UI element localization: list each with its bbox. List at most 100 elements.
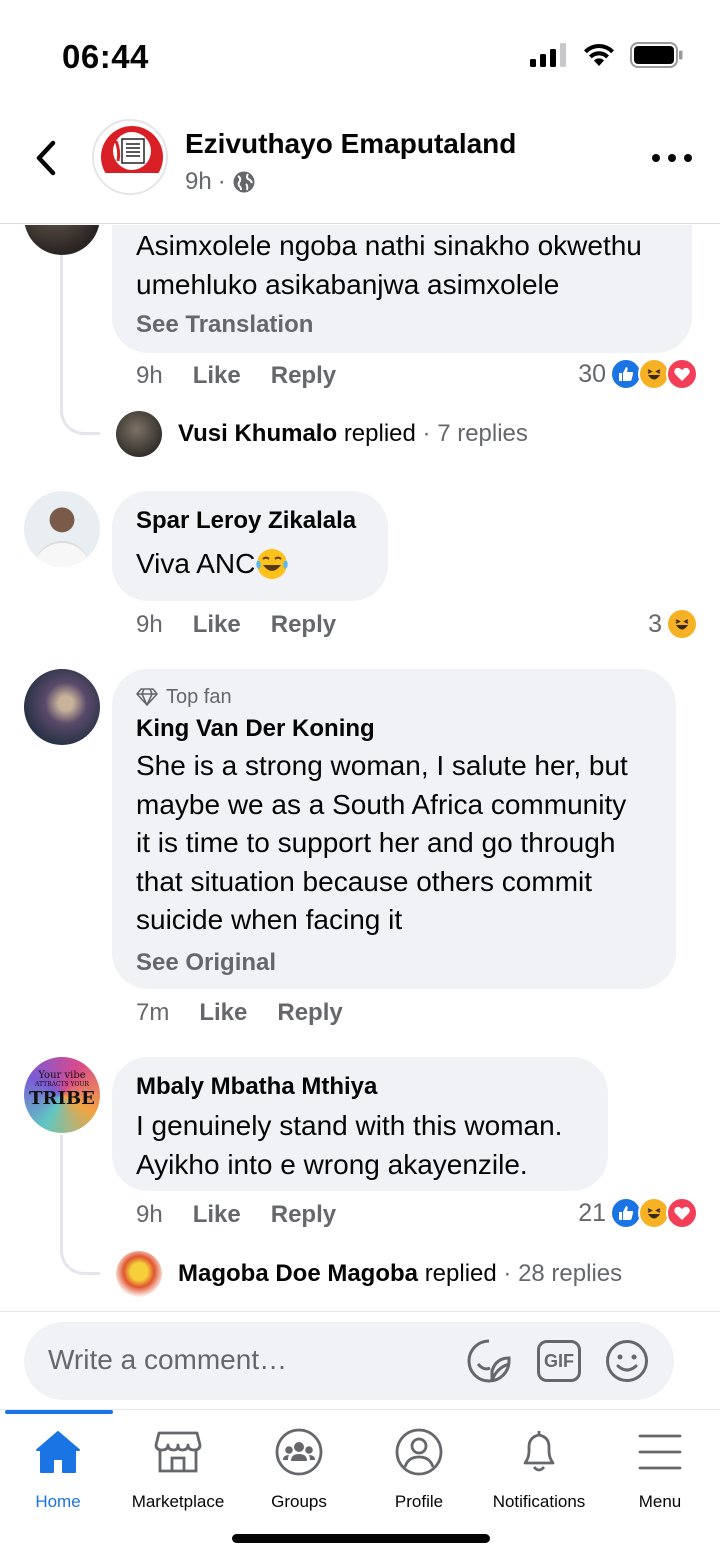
reply-author: Vusi Khumalo <box>178 420 338 447</box>
comment-avatar[interactable]: Your vibe ATTRACTS YOUR TRIBE <box>24 1057 100 1133</box>
comment-avatar[interactable] <box>24 669 100 745</box>
nav-profile[interactable]: Profile <box>359 1424 479 1512</box>
reaction-count: 21 <box>578 1198 606 1227</box>
page-logo-icon <box>94 126 166 193</box>
reaction-count: 3 <box>648 609 662 638</box>
nav-menu[interactable]: Menu <box>600 1424 720 1512</box>
nav-marketplace[interactable]: Marketplace <box>118 1424 238 1512</box>
comment-line: suicide when facing it <box>136 904 403 935</box>
top-fan-badge: Top fan <box>136 683 652 711</box>
nav-label: Marketplace <box>131 1492 225 1511</box>
comment-time: 7m <box>136 999 170 1026</box>
like-button[interactable]: Like <box>193 362 241 390</box>
thread-line <box>60 1135 63 1235</box>
see-original-link[interactable]: See Original <box>136 944 652 982</box>
like-button[interactable]: Like <box>199 999 247 1027</box>
comment-input[interactable]: Write a comment… GIF <box>24 1322 674 1400</box>
post-time: 9h <box>185 168 212 195</box>
groups-icon <box>272 1424 326 1480</box>
profile-icon <box>392 1424 446 1480</box>
comment-bubble[interactable]: Top fan King Van Der Koning She is a str… <box>112 669 676 989</box>
replied-label: replied <box>343 420 416 447</box>
nav-label: Profile <box>394 1492 444 1511</box>
chevron-left-icon <box>36 140 56 176</box>
laughing-tears-emoji-icon <box>256 549 288 580</box>
comment-time: 9h <box>136 362 163 389</box>
comment-avatar[interactable] <box>24 225 100 255</box>
dot-icon <box>668 154 676 162</box>
badge-label: Top fan <box>166 686 232 708</box>
comment-line: maybe we as a South Africa community <box>136 788 627 820</box>
nav-notifications[interactable]: Notifications <box>479 1424 599 1512</box>
see-translation-link[interactable]: See Translation <box>136 306 668 344</box>
sticker-icon <box>467 1339 511 1383</box>
battery-icon <box>630 42 683 68</box>
comment-text: Asimxolele ngoba nathi sinakho okwethu u… <box>136 230 642 300</box>
status-time: 06:44 <box>62 38 149 75</box>
comment-avatar[interactable] <box>24 491 100 567</box>
menu-icon <box>633 1424 687 1480</box>
love-reaction-icon <box>666 1197 698 1229</box>
nav-groups[interactable]: Groups <box>239 1424 359 1512</box>
comment-time: 9h <box>136 611 163 638</box>
post-meta: 9h · <box>185 168 256 196</box>
reply-button[interactable]: Reply <box>271 362 336 390</box>
comment-actions: 9h Like Reply <box>136 362 336 390</box>
active-tab-indicator <box>5 1410 113 1414</box>
more-options-button[interactable] <box>652 146 692 170</box>
marketplace-icon <box>151 1424 205 1480</box>
like-button[interactable]: Like <box>193 1201 241 1229</box>
emoji-icon <box>606 1340 648 1382</box>
avatar-shirt <box>34 541 90 567</box>
comments-feed[interactable]: Asimxolele ngoba nathi sinakho okwethu u… <box>0 225 720 1310</box>
replied-label: replied <box>424 1260 497 1287</box>
nav-label: Notifications <box>492 1492 586 1511</box>
reaction-summary[interactable]: 30 <box>578 358 698 390</box>
dot-icon <box>652 154 660 162</box>
replies-link[interactable]: Vusi Khumalo replied · 7 replies <box>116 411 528 457</box>
thread-connector <box>60 1225 100 1275</box>
comment-line: that situation because others commit <box>136 865 593 897</box>
comment-text: I genuinely stand with this woman. Ayikh… <box>136 1107 584 1184</box>
nav-label: Home <box>35 1492 81 1511</box>
comment-bubble[interactable]: Asimxolele ngoba nathi sinakho okwethu u… <box>112 225 692 353</box>
gif-button[interactable]: GIF <box>534 1336 584 1386</box>
reply-count: · 7 replies <box>422 420 528 447</box>
comment-text-row: Viva ANC <box>136 545 364 584</box>
haha-reaction-icon <box>666 608 698 640</box>
comment-author[interactable]: King Van Der Koning <box>136 713 652 745</box>
comment-line: She is a strong woman, I salute her, but <box>136 750 628 781</box>
comment-line: I genuinely stand with this woman. <box>136 1110 563 1141</box>
reply-button[interactable]: Reply <box>271 1201 336 1229</box>
replies-link[interactable]: Magoba Doe Magoba replied · 28 replies <box>116 1251 622 1297</box>
comment-actions: 9h Like Reply <box>136 611 336 639</box>
comment-actions: 7m Like Reply <box>136 999 343 1027</box>
reaction-summary[interactable]: 3 <box>648 608 698 640</box>
reply-author: Magoba Doe Magoba <box>178 1260 419 1287</box>
sticker-button[interactable] <box>464 1336 514 1386</box>
comment-text: She is a strong woman, I salute her, but… <box>136 747 652 940</box>
love-reaction-icon <box>666 358 698 390</box>
nav-label: Groups <box>271 1492 327 1511</box>
reply-button[interactable]: Reply <box>277 999 342 1027</box>
reply-count: · 28 replies <box>503 1260 623 1287</box>
emoji-button[interactable] <box>602 1336 652 1386</box>
comment-time: 9h <box>136 1201 163 1228</box>
comment-bubble[interactable]: Spar Leroy Zikalala Viva ANC <box>112 491 388 601</box>
nav-label: Menu <box>638 1492 682 1511</box>
reply-button[interactable]: Reply <box>271 611 336 639</box>
reaction-summary[interactable]: 21 <box>578 1197 698 1229</box>
comment-line: it is time to support her and go through <box>136 827 616 858</box>
page-name[interactable]: Ezivuthayo Emaputaland <box>185 128 516 160</box>
comment-author[interactable]: Mbaly Mbatha Mthiya <box>136 1071 584 1103</box>
back-button[interactable] <box>26 136 66 180</box>
nav-home[interactable]: Home <box>0 1424 118 1512</box>
like-button[interactable]: Like <box>193 611 241 639</box>
comment-line: Ayikho into e wrong akayenzile. <box>136 1148 528 1180</box>
bell-icon <box>512 1424 566 1480</box>
status-bar: 06:44 <box>0 0 720 110</box>
comment-bubble[interactable]: Mbaly Mbatha Mthiya I genuinely stand wi… <box>112 1057 608 1191</box>
comment-author[interactable]: Spar Leroy Zikalala <box>136 505 364 537</box>
page-avatar[interactable] <box>92 119 168 195</box>
diamond-icon <box>136 688 158 706</box>
